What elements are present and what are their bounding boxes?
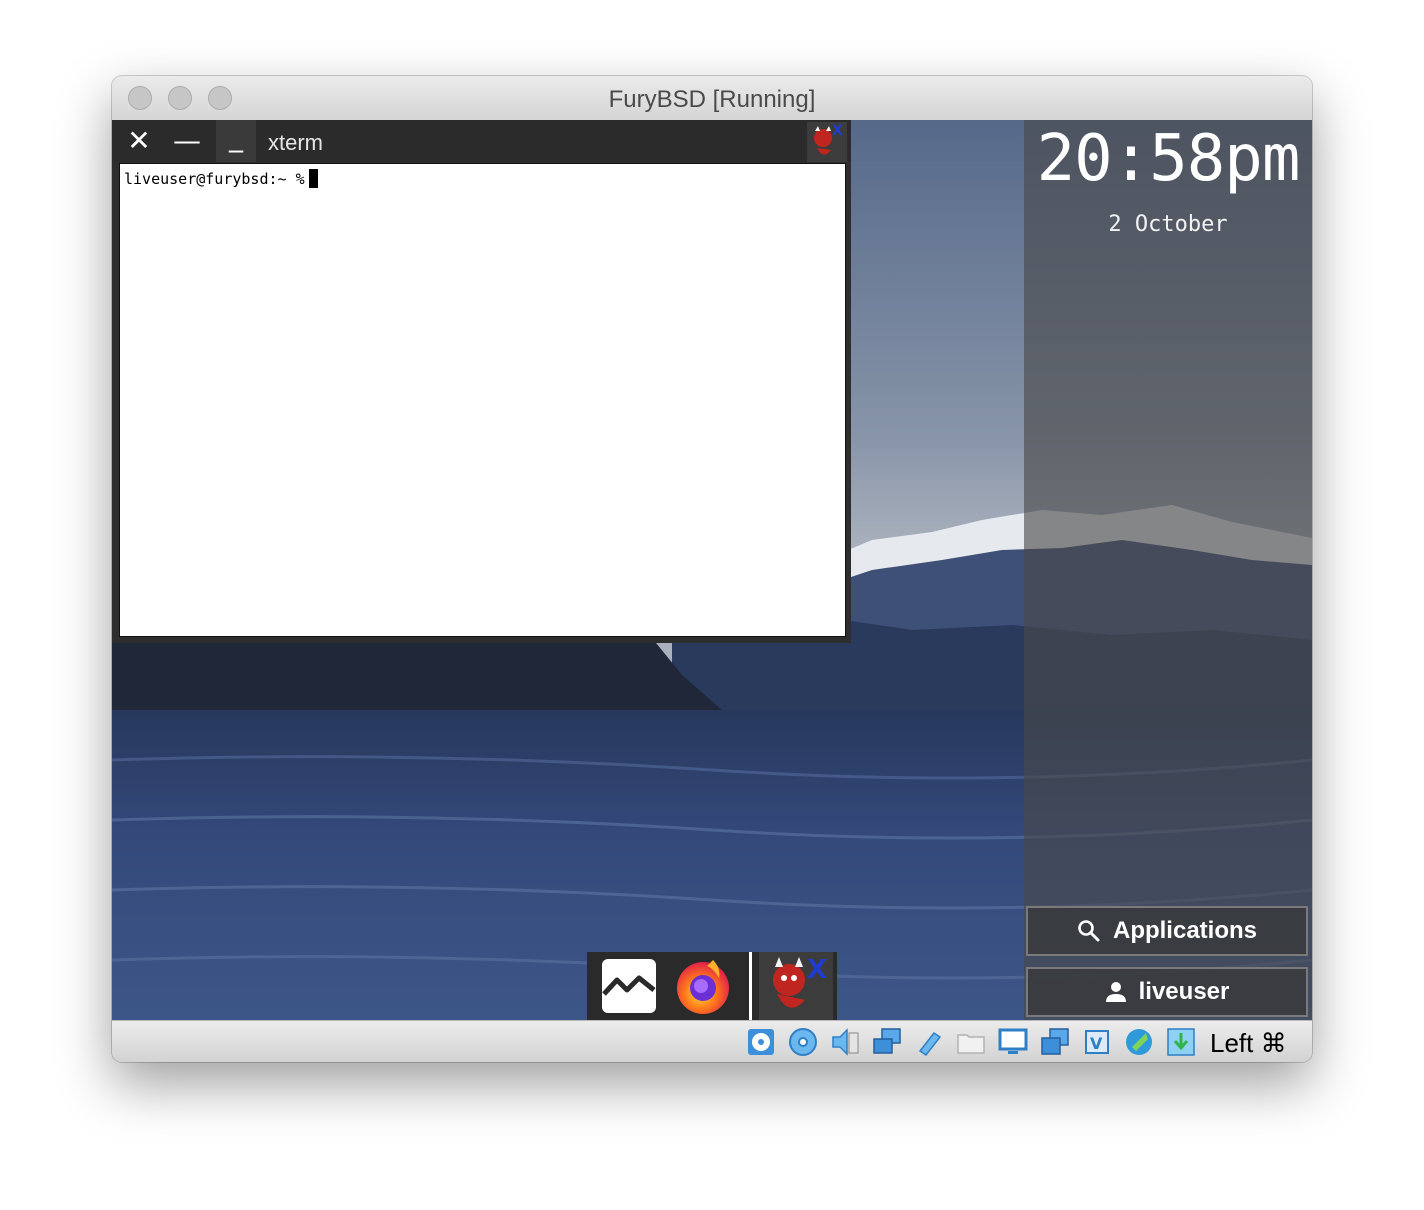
xterm-minimize-button[interactable]: _ (216, 120, 256, 162)
guest-screen[interactable]: ✕ — _ xterm X liveuser@furybsd:~ % 20:58… (112, 120, 1312, 1020)
usb-icon[interactable] (914, 1027, 944, 1057)
dock-separator (749, 952, 752, 1020)
applications-label: Applications (1112, 917, 1257, 944)
user-icon (1105, 982, 1126, 1002)
xterm-titlebar[interactable]: ✕ — _ xterm X (112, 120, 851, 162)
xterm-daemon-icon[interactable]: X (759, 952, 833, 1020)
clock-date: 2 October (1108, 212, 1228, 237)
system-monitor-icon[interactable] (599, 956, 659, 1016)
text-cursor (308, 169, 318, 188)
display-icon[interactable] (998, 1027, 1028, 1057)
titlebar[interactable]: FuryBSD [Running] (112, 76, 1312, 121)
xterm-window[interactable]: ✕ — _ xterm X liveuser@furybsd:~ % (112, 120, 851, 643)
network-icon[interactable] (872, 1027, 902, 1057)
terminal-area[interactable]: liveuser@furybsd:~ % (119, 163, 846, 637)
bsd-daemon-x-icon: X (807, 122, 847, 162)
svg-text:X: X (807, 955, 827, 985)
clock-time: 20:58pm (1036, 122, 1301, 196)
svg-text:X: X (832, 123, 843, 139)
cpu-icon[interactable]: V (1082, 1027, 1112, 1057)
xterm-title: xterm (268, 130, 323, 155)
xterm-close-button[interactable]: ✕ (120, 124, 158, 158)
hard-disk-icon[interactable] (746, 1027, 776, 1057)
audio-icon[interactable] (830, 1027, 860, 1057)
mouse-integration-icon[interactable] (1124, 1027, 1154, 1057)
user-label: liveuser (1138, 978, 1230, 1005)
host-key-label: Left ⌘ (1210, 1028, 1287, 1058)
vm-status-bar: V Left ⌘ (112, 1020, 1312, 1062)
dock: X (587, 952, 837, 1020)
user-button[interactable]: liveuser (1026, 967, 1308, 1017)
terminal-prompt: liveuser@furybsd:~ % (124, 170, 305, 188)
side-panel: 20:58pm 2 October Applications liveuser (1024, 120, 1312, 1020)
applications-button[interactable]: Applications (1026, 906, 1308, 956)
window-title: FuryBSD [Running] (608, 86, 816, 113)
firefox-icon[interactable] (673, 956, 733, 1016)
shared-folders-icon[interactable] (956, 1027, 986, 1057)
keyboard-capture-icon[interactable] (1166, 1027, 1196, 1057)
search-icon (1078, 920, 1100, 942)
svg-text:V: V (1090, 1034, 1103, 1053)
xterm-maximize-button[interactable]: — (168, 124, 206, 158)
video-capture-icon[interactable] (1040, 1027, 1070, 1057)
virtualbox-window: FuryBSD [Running] ✕ — _ xterm X liveuser… (112, 76, 1312, 1062)
optical-drive-icon[interactable] (788, 1027, 818, 1057)
